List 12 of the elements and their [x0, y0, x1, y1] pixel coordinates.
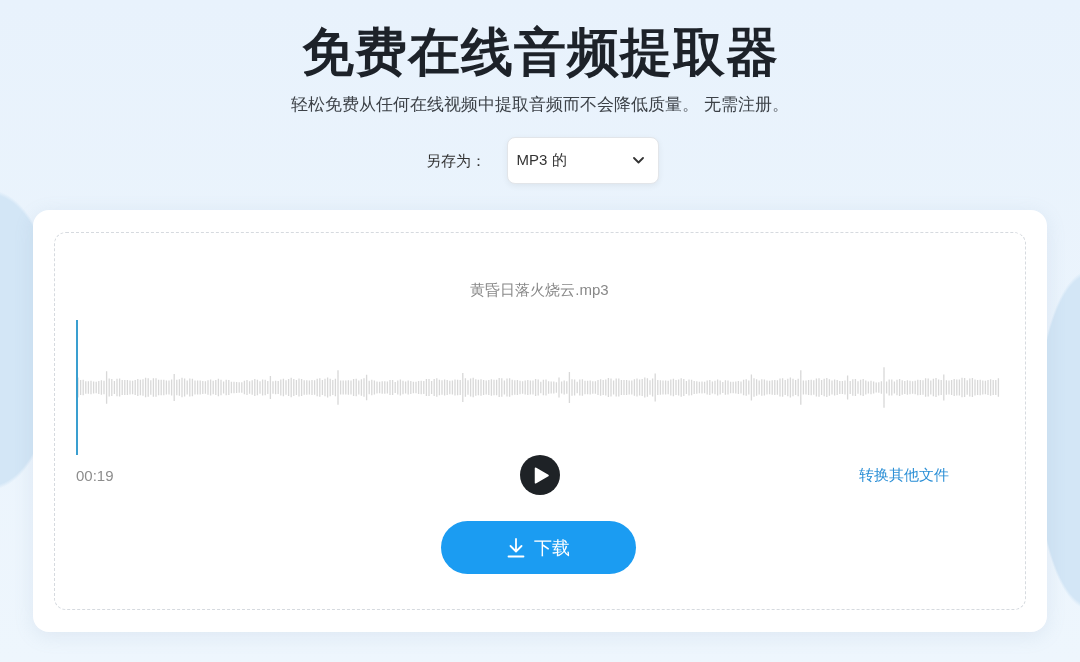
- download-button[interactable]: 下载: [441, 521, 636, 574]
- download-icon: [507, 537, 525, 558]
- play-icon: [533, 466, 549, 484]
- convert-other-file-link[interactable]: 转换其他文件: [859, 465, 949, 485]
- format-select[interactable]: MP3 的: [506, 137, 659, 184]
- save-as-label: 另存为：: [425, 150, 486, 171]
- page-subtitle: 轻松免费从任何在线视频中提取音频而不会降低质量。 无需注册。: [291, 94, 789, 116]
- playback-time: 00:19: [76, 466, 114, 484]
- file-name: 黄昏日落火烧云.mp3: [470, 280, 609, 300]
- page-title: 免费在线音频提取器: [301, 22, 779, 82]
- play-button[interactable]: [519, 455, 560, 495]
- chevron-down-icon: [632, 157, 644, 164]
